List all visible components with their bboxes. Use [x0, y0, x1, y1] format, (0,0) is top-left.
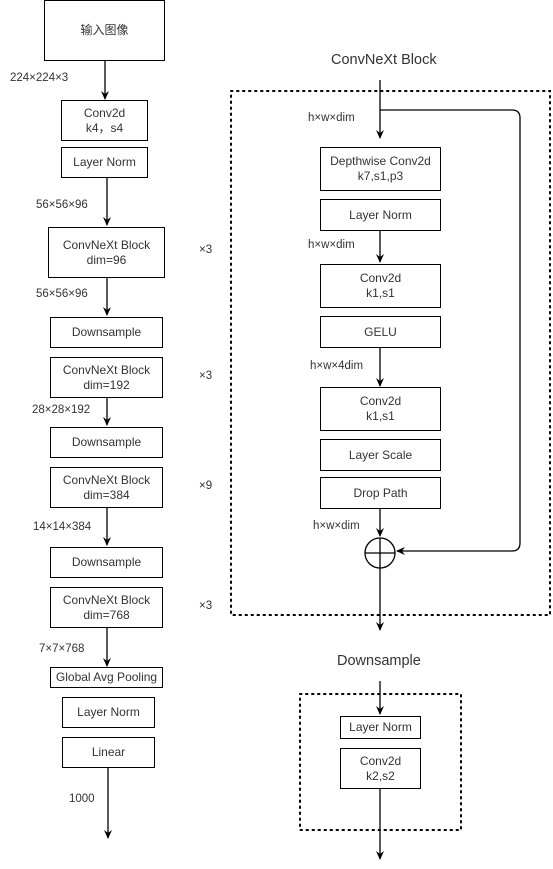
downsample-layer-norm-node: Layer Norm: [340, 716, 421, 739]
block-shape-after-norm: h×w×dim: [308, 239, 355, 251]
downsample-block-title: Downsample: [337, 653, 421, 669]
downsample-conv-node: Conv2d k2,s2: [340, 748, 421, 789]
shape-label-after-stem: 56×56×96: [36, 199, 88, 211]
shape-label-after-stage3: 14×14×384: [33, 521, 92, 533]
stage4-convnext-block: ConvNeXt Block dim=768: [50, 587, 163, 628]
depthwise-conv-node: Depthwise Conv2d k7,s1,p3: [320, 147, 441, 191]
shape-label-output: 1000: [69, 793, 95, 805]
downsample3-node: Downsample: [50, 547, 163, 578]
block-layer-norm-node: Layer Norm: [320, 199, 441, 231]
head-layer-norm-node: Layer Norm: [62, 697, 155, 728]
linear-node: Linear: [62, 737, 155, 768]
convnext-block-title: ConvNeXt Block: [331, 52, 437, 68]
stage2-convnext-block: ConvNeXt Block dim=192: [50, 357, 163, 398]
block-shape-after-gelu: h×w×4dim: [310, 360, 364, 372]
input-image-node: 输入图像: [44, 0, 165, 61]
stem-layer-norm-node: Layer Norm: [61, 147, 148, 178]
stem-conv-node: Conv2d k4，s4: [61, 100, 148, 141]
gelu-node: GELU: [320, 316, 441, 348]
shape-label-after-stage2: 28×28×192: [32, 404, 91, 416]
stage1-repeat-label: ×3: [199, 244, 213, 256]
add-operator-icon: [364, 537, 396, 569]
stage3-convnext-block: ConvNeXt Block dim=384: [50, 467, 163, 508]
drop-path-node: Drop Path: [320, 477, 441, 509]
block-shape-input: h×w×dim: [308, 112, 355, 124]
downsample1-node: Downsample: [50, 317, 163, 348]
block-shape-before-add: h×w×dim: [313, 520, 360, 532]
pointwise-conv1-node: Conv2d k1,s1: [320, 264, 441, 308]
shape-label-after-stage4: 7×7×768: [39, 643, 85, 655]
global-avg-pooling-node: Global Avg Pooling: [50, 667, 163, 688]
shape-label-input: 224×224×3: [10, 72, 69, 84]
stage3-repeat-label: ×9: [199, 480, 213, 492]
layer-scale-node: Layer Scale: [320, 439, 441, 471]
downsample2-node: Downsample: [50, 427, 163, 458]
stage2-repeat-label: ×3: [199, 370, 213, 382]
shape-label-after-stage1: 56×56×96: [36, 288, 88, 300]
stage1-convnext-block: ConvNeXt Block dim=96: [48, 227, 165, 278]
pointwise-conv2-node: Conv2d k1,s1: [320, 387, 441, 431]
stage4-repeat-label: ×3: [199, 600, 213, 612]
